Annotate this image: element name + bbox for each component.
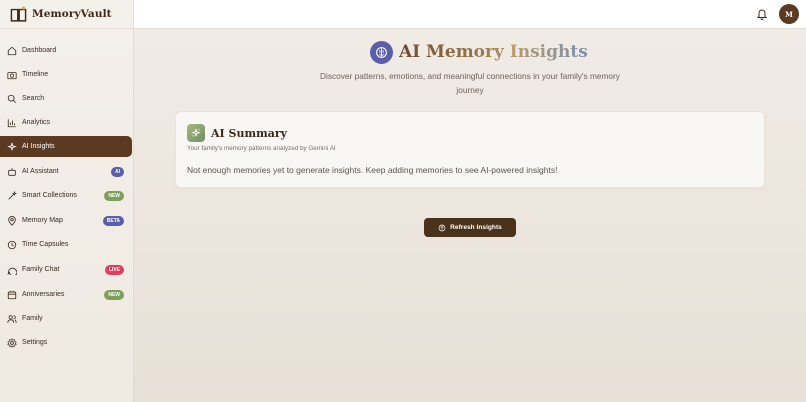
card-title: AI Summary	[211, 126, 288, 140]
sidebar-item-anniversaries[interactable]: Anniversaries NEW	[0, 284, 132, 305]
bar-chart-icon	[7, 118, 16, 127]
sidebar-item-timeline[interactable]: Timeline	[0, 64, 132, 85]
magic-wand-icon	[8, 190, 17, 200]
ai-summary-card: AI Summary Your family's memory patterns…	[175, 111, 765, 188]
bell-icon[interactable]	[756, 8, 768, 20]
sidebar-item-smart-collections[interactable]: Smart Collections NEW	[0, 185, 132, 206]
gear-icon	[7, 337, 17, 348]
sidebar-item-label: Search	[22, 95, 45, 102]
sidebar: MemoryVault Dashboard Timeline Search An…	[0, 0, 134, 402]
sidebar-item-label: Smart Collections	[22, 192, 77, 199]
sidebar-item-dashboard[interactable]: Dashboard	[0, 40, 132, 61]
sidebar-item-label: Dashboard	[22, 47, 57, 54]
sidebar-item-analytics[interactable]: Analytics	[0, 112, 132, 133]
sidebar-item-memory-map[interactable]: Memory Map BETA	[0, 210, 132, 231]
refresh-insights-label: Refresh Insights	[450, 224, 502, 231]
sidebar-item-label: AI Assistant	[22, 168, 59, 175]
sparkles-icon	[187, 124, 205, 142]
live-badge: LIVE	[104, 264, 124, 275]
brand[interactable]: MemoryVault	[0, 0, 133, 29]
main-content: M AI Memory Insights Discover patterns, …	[134, 0, 806, 402]
brain-icon	[438, 224, 446, 231]
sidebar-item-label: Family	[22, 315, 43, 322]
card-subtitle: Your family's memory patterns analyzed b…	[187, 145, 336, 152]
avatar[interactable]: M	[779, 4, 799, 24]
card-header: AI Summary	[187, 124, 287, 142]
open-book-icon	[10, 6, 27, 22]
sidebar-item-family[interactable]: Family	[0, 308, 132, 329]
sidebar-item-search[interactable]: Search	[0, 88, 132, 109]
page-title: AI Memory Insights	[370, 40, 588, 64]
sidebar-item-label: AI Insights	[22, 143, 55, 150]
sidebar-item-ai-assistant[interactable]: AI Assistant AI	[0, 161, 132, 182]
sidebar-item-label: Analytics	[22, 119, 51, 126]
page-subtitle: Discover patterns, emotions, and meaning…	[320, 71, 620, 95]
chat-bubble-icon	[7, 267, 17, 275]
sparkles-icon	[7, 142, 17, 150]
bot-icon	[8, 167, 16, 176]
calendar-icon	[7, 290, 17, 299]
beta-badge: BETA	[102, 215, 124, 226]
sidebar-item-label: Settings	[22, 339, 48, 346]
brand-name: MemoryVault	[32, 8, 112, 20]
new-badge: NEW	[104, 289, 124, 300]
users-icon	[7, 314, 17, 323]
map-pin-icon	[8, 215, 16, 226]
new-badge: NEW	[104, 190, 124, 201]
top-bar: M	[134, 0, 806, 29]
sidebar-item-label: Timeline	[22, 71, 49, 78]
sidebar-item-label: Family Chat	[22, 266, 60, 273]
sidebar-item-settings[interactable]: Settings	[0, 332, 132, 353]
home-icon	[7, 46, 17, 55]
card-message: Not enough memories yet to generate insi…	[187, 165, 558, 175]
search-icon	[7, 94, 17, 103]
brain-icon	[370, 40, 393, 64]
sidebar-item-label: Anniversaries	[22, 291, 65, 298]
sidebar-item-ai-insights[interactable]: AI Insights	[0, 136, 132, 157]
sidebar-item-time-capsules[interactable]: Time Capsules	[0, 234, 132, 255]
refresh-insights-button[interactable]: Refresh Insights	[424, 218, 516, 237]
sidebar-item-label: Time Capsules	[22, 241, 69, 248]
sidebar-item-label: Memory Map	[22, 217, 63, 224]
ai-badge: AI	[111, 166, 124, 177]
clock-icon	[7, 240, 17, 249]
page-title-text: AI Memory Insights	[399, 42, 588, 62]
sidebar-item-family-chat[interactable]: Family Chat LIVE	[0, 259, 132, 280]
camera-icon	[7, 71, 17, 79]
